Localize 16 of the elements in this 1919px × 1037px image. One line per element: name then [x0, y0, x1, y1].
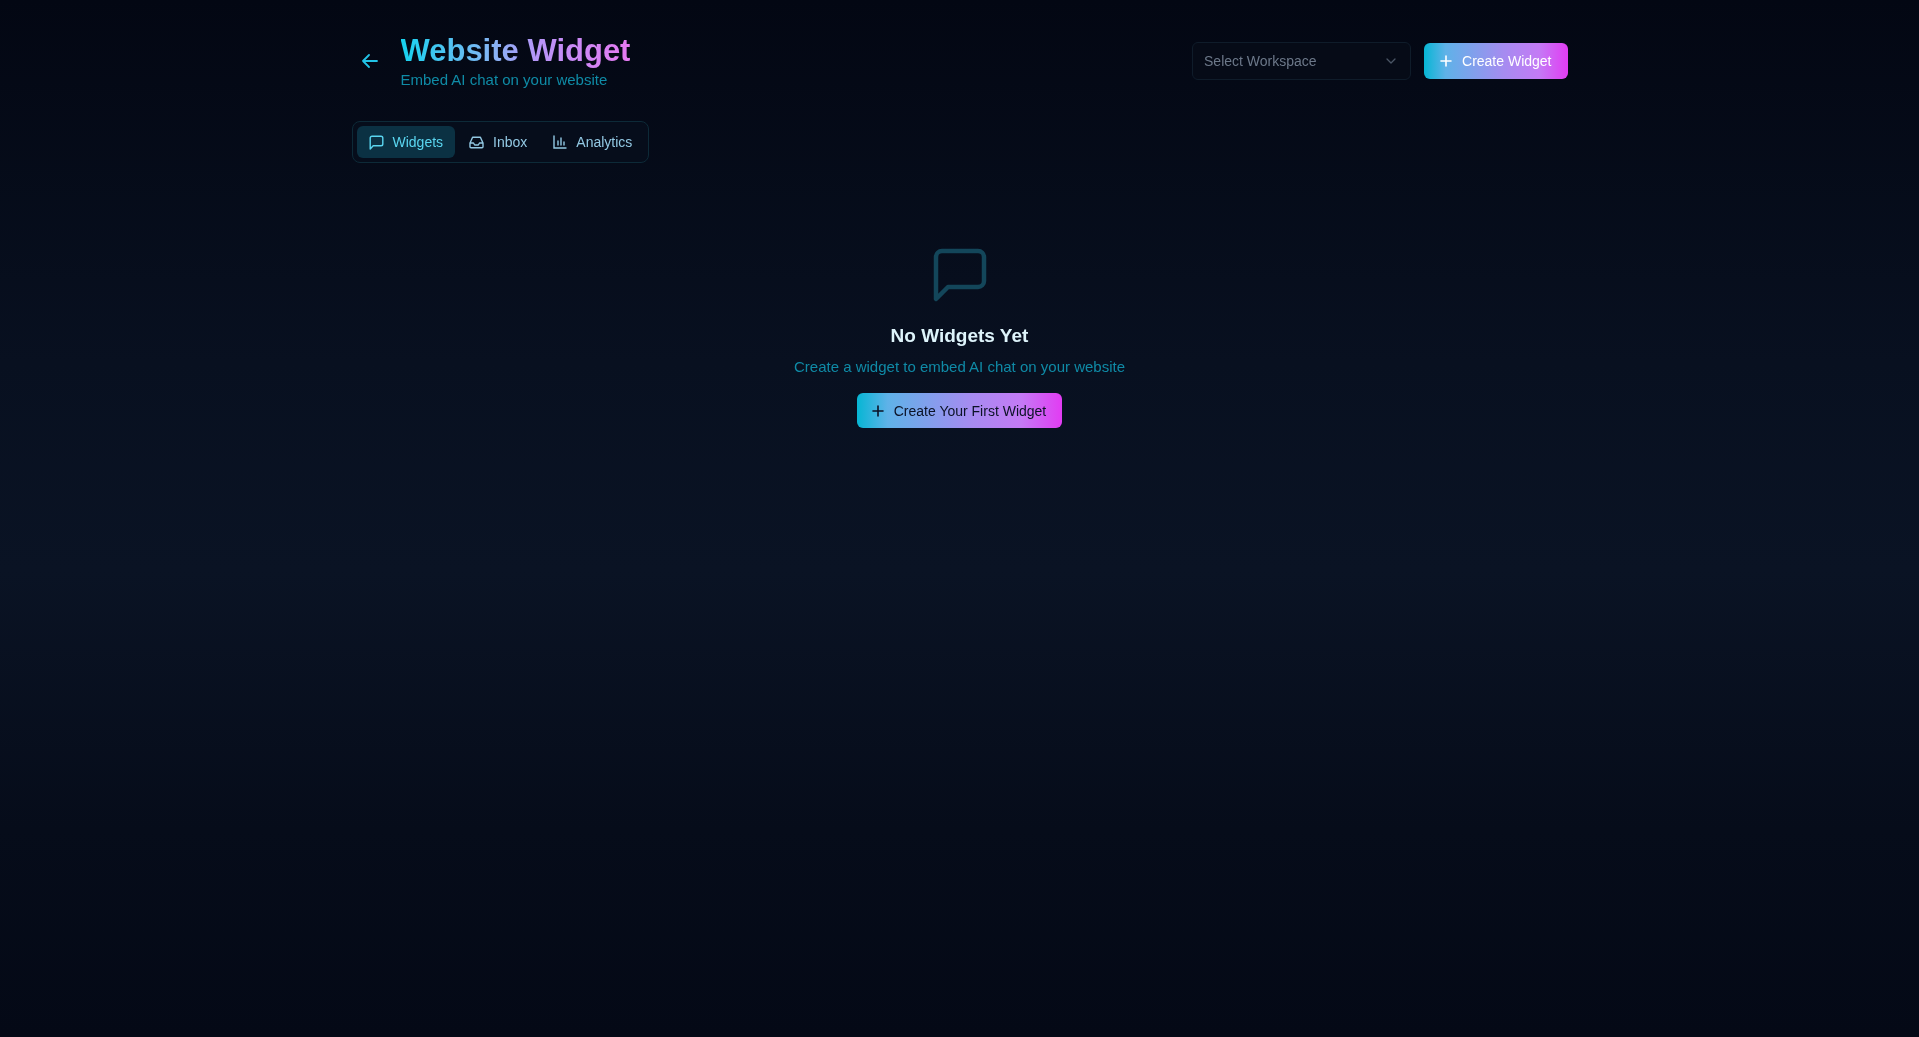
tab[interactable]: Analytics [541, 126, 645, 158]
bar-chart-icon [553, 135, 568, 149]
chevron-down-icon [1386, 58, 1396, 64]
plus-icon [1440, 55, 1452, 67]
chat-bubble-icon [932, 248, 987, 302]
empty-state-message: Create a widget to embed AI chat on your website [794, 357, 1125, 377]
chat-bubble-icon [368, 134, 384, 150]
page-subtitle: Embed AI chat on your website [400, 70, 608, 90]
create-first-widget-button[interactable]: Create Your First Widget [856, 393, 1063, 428]
inbox-tray-icon [469, 135, 485, 149]
empty-state-title: No Widgets Yet [890, 324, 1029, 348]
plus-icon [871, 404, 884, 417]
workspace-select[interactable]: Select Workspace [1192, 42, 1411, 80]
back-arrow-icon [361, 54, 378, 68]
tab[interactable]: Widgets [356, 126, 456, 158]
tab[interactable]: Inbox [457, 126, 540, 158]
